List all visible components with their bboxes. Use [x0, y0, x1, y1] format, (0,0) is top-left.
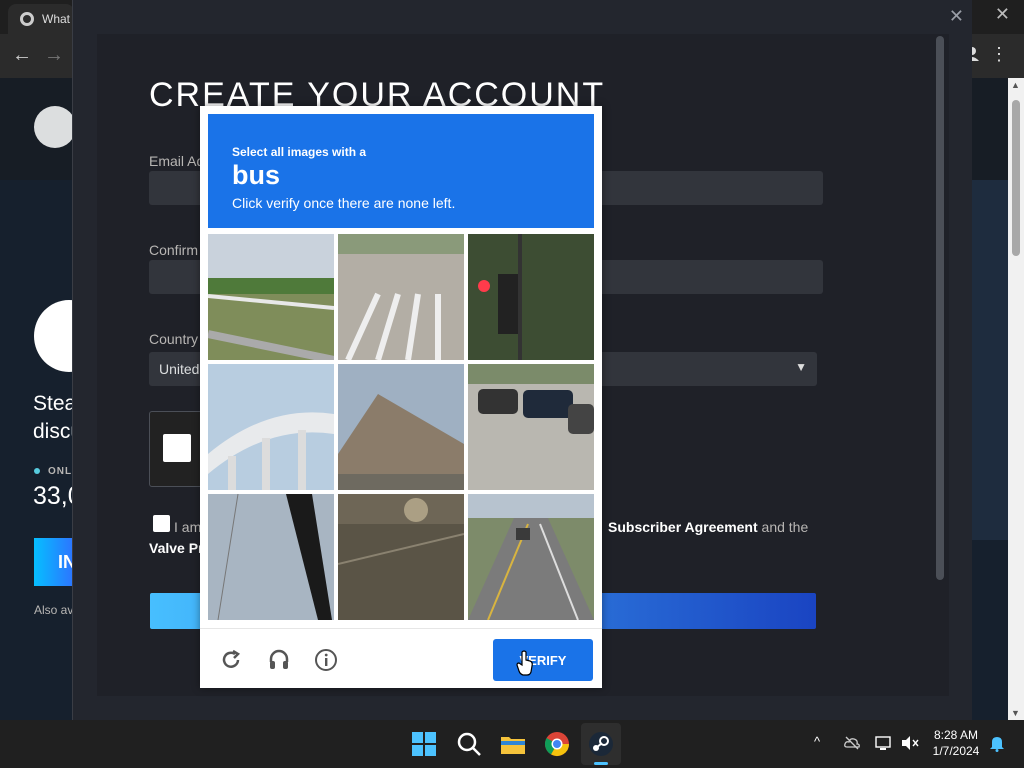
captcha-footer: VERIFY	[200, 628, 602, 688]
agree-text: I am	[174, 519, 202, 535]
country-value: United	[159, 361, 200, 377]
tray-chevron-icon[interactable]: ^	[814, 734, 820, 749]
audio-challenge-icon[interactable]	[267, 648, 291, 672]
agree-checkbox[interactable]	[153, 515, 170, 532]
tile-grass-guardrail[interactable]	[208, 234, 334, 360]
file-explorer-icon[interactable]	[499, 730, 527, 758]
chevron-down-icon: ▼	[795, 360, 807, 374]
subscriber-agreement-link[interactable]: Subscriber Agreement	[608, 519, 758, 535]
browser-tab[interactable]: What	[8, 4, 74, 34]
install-steam-button[interactable]: IN	[34, 538, 76, 586]
agree-suffix: and the	[757, 519, 809, 535]
steam-active-indicator	[594, 762, 608, 765]
notification-bell-icon[interactable]	[989, 734, 1005, 752]
clock[interactable]: 8:28 AM 1/7/2024	[925, 727, 987, 759]
forward-icon[interactable]: →	[44, 44, 64, 67]
page-scrollbar[interactable]: ▲ ▼	[1008, 78, 1024, 720]
tile-roof[interactable]	[338, 364, 464, 490]
steam-taskbar-icon[interactable]	[587, 730, 615, 758]
page-scrollbar-thumb[interactable]	[1012, 100, 1020, 256]
steam-right-panel	[970, 180, 1010, 540]
tile-parking-lot[interactable]	[468, 364, 594, 490]
onedrive-offline-icon[interactable]	[844, 736, 860, 750]
search-icon[interactable]	[455, 730, 483, 758]
tile-road-car[interactable]	[468, 494, 594, 620]
scroll-down-icon[interactable]: ▼	[1011, 708, 1020, 718]
captcha-image-grid	[208, 234, 594, 620]
info-icon[interactable]	[314, 648, 338, 672]
chrome-favicon-icon	[20, 12, 34, 26]
browser-menu-icon[interactable]: ⋮	[990, 44, 1008, 65]
captcha-checkbox[interactable]	[163, 434, 191, 462]
hand-cursor-icon	[516, 650, 533, 676]
volume-muted-icon[interactable]	[901, 735, 919, 751]
start-windows-icon[interactable]	[410, 730, 438, 758]
agree-text-continued: Subscriber Agreement and the	[608, 519, 808, 535]
window-close-icon[interactable]: ✕	[995, 4, 1010, 25]
tile-pole[interactable]	[208, 494, 334, 620]
tile-overpass[interactable]	[208, 364, 334, 490]
clock-date: 1/7/2024	[932, 744, 980, 758]
steam-logo-icon[interactable]	[34, 106, 76, 148]
captcha-prompt: Select all images with a bus Click verif…	[208, 114, 594, 228]
clock-time: 8:28 AM	[933, 728, 979, 742]
tile-sunset-road[interactable]	[338, 494, 464, 620]
prompt-target: bus	[232, 160, 281, 190]
captcha-challenge: Select all images with a bus Click verif…	[200, 106, 602, 688]
modal-close-icon[interactable]: ✕	[949, 6, 964, 27]
also-available-text: Also av	[34, 603, 74, 617]
email-label: Email Ad	[149, 153, 205, 169]
prompt-instructions: Click verify once there are none left.	[232, 195, 456, 211]
verify-button[interactable]: VERIFY	[493, 639, 593, 681]
country-label: Country	[149, 331, 199, 347]
network-icon[interactable]	[875, 735, 893, 751]
privacy-policy-link[interactable]: Valve Pr	[149, 540, 204, 556]
tile-crosswalk[interactable]	[338, 234, 464, 360]
back-icon[interactable]: ←	[12, 44, 32, 67]
confirm-email-label: Confirm	[149, 242, 199, 258]
steam-heading-line1: Stea	[33, 392, 77, 415]
prompt-line1: Select all images with a	[232, 145, 367, 159]
taskbar: ^ 8:28 AM 1/7/2024	[0, 720, 1024, 768]
tab-title: What	[42, 12, 71, 26]
modal-scrollbar-thumb[interactable]	[936, 36, 944, 580]
tile-traffic-light[interactable]	[468, 234, 594, 360]
refresh-icon[interactable]	[219, 648, 243, 672]
chrome-icon[interactable]	[543, 730, 571, 758]
scroll-up-icon[interactable]: ▲	[1011, 80, 1020, 90]
online-label: ONLI	[34, 466, 76, 477]
